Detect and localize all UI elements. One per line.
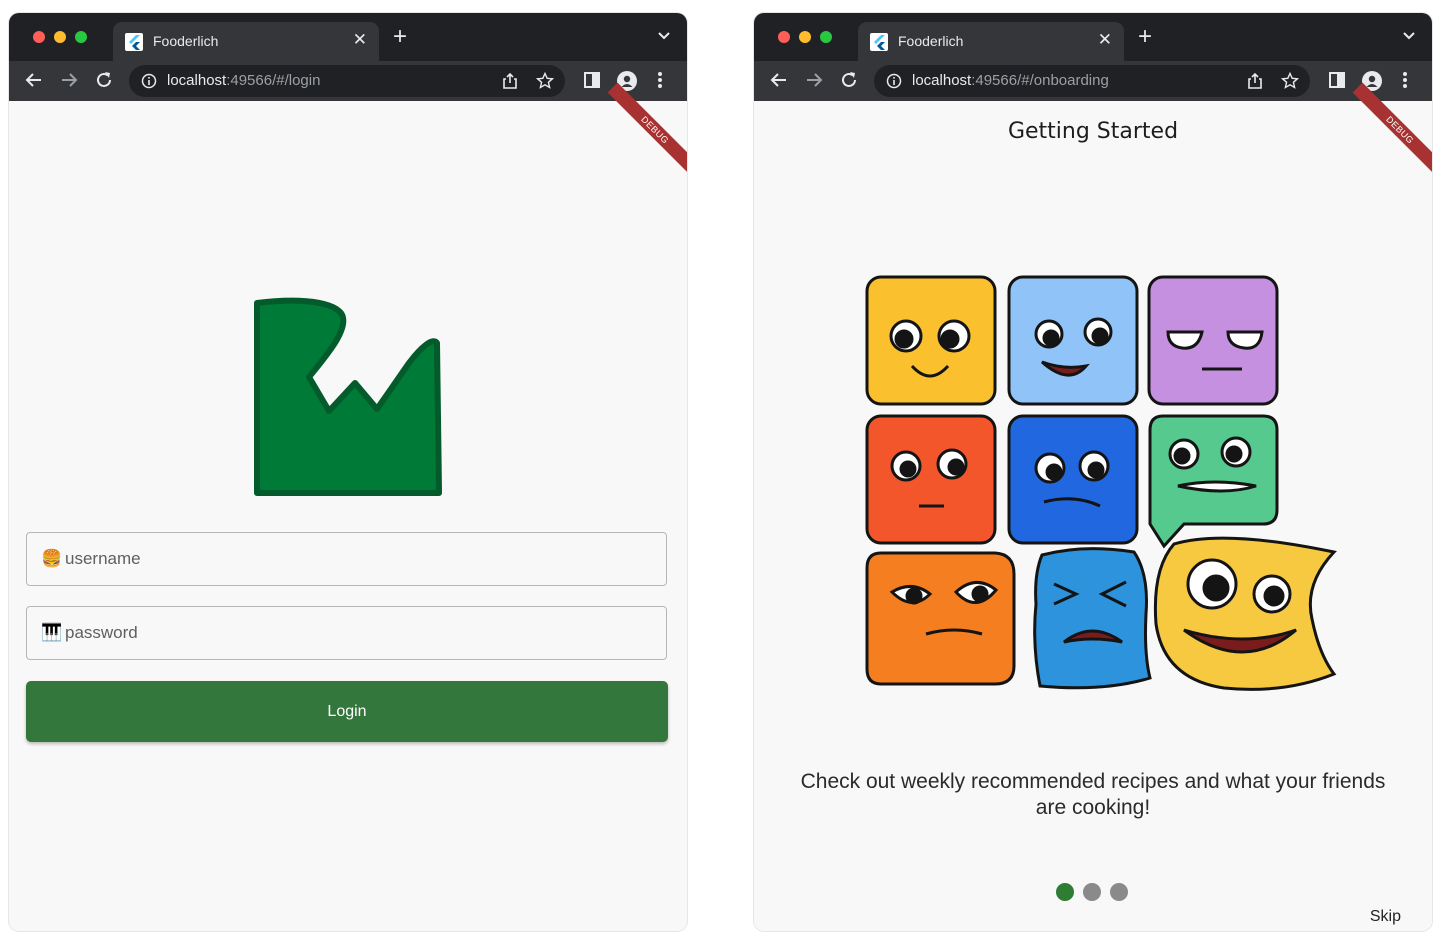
emoji-faces-illustration	[865, 275, 1337, 691]
page-title: Getting Started	[1007, 119, 1179, 144]
skip-button[interactable]: Skip	[1370, 908, 1401, 926]
title-bar: Fooderlich ✕ +	[754, 13, 1432, 61]
username-field[interactable]: 🍔	[26, 532, 667, 586]
address-bar[interactable]: localhost:49566/#/login	[129, 65, 565, 97]
bookmark-star-icon[interactable]	[536, 72, 554, 90]
maximize-window-button[interactable]	[820, 31, 832, 43]
forward-icon[interactable]	[58, 69, 80, 91]
share-icon[interactable]	[501, 72, 519, 90]
url-text: localhost:49566/#/onboarding	[912, 72, 1109, 89]
site-info-icon[interactable]	[886, 73, 902, 89]
browser-tab[interactable]: Fooderlich ✕	[113, 22, 379, 61]
back-icon[interactable]	[768, 69, 790, 91]
browser-tab[interactable]: Fooderlich ✕	[858, 22, 1124, 61]
piano-keys-icon: 🎹	[41, 623, 63, 642]
flutter-icon	[870, 33, 888, 51]
side-panel-icon[interactable]	[583, 71, 601, 89]
window-controls	[33, 31, 87, 43]
app-content-onboarding: DEBUG Getting Started Check out weekly r…	[754, 82, 1432, 931]
tab-search-icon[interactable]	[657, 29, 671, 43]
new-tab-icon[interactable]: +	[1138, 25, 1152, 49]
title-bar: Fooderlich ✕ +	[9, 13, 687, 61]
page-indicator[interactable]	[1056, 883, 1128, 901]
close-icon[interactable]: ✕	[1098, 30, 1112, 50]
onboarding-description: Check out weekly recommended recipes and…	[800, 770, 1386, 819]
window-controls	[778, 31, 832, 43]
page-dot-active[interactable]	[1056, 883, 1074, 901]
tab-title: Fooderlich	[153, 33, 219, 49]
page-dot[interactable]	[1083, 883, 1101, 901]
address-bar[interactable]: localhost:49566/#/onboarding	[874, 65, 1310, 97]
browser-window-login: Fooderlich ✕ + localhost:49566/#/login D…	[9, 13, 687, 931]
close-icon[interactable]: ✕	[353, 30, 367, 50]
username-input[interactable]	[65, 533, 645, 584]
app-content-login: DEBUG 🍔 🎹 Login	[9, 82, 687, 931]
minimize-window-button[interactable]	[799, 31, 811, 43]
back-icon[interactable]	[23, 69, 45, 91]
browser-toolbar: localhost:49566/#/onboarding	[754, 61, 1432, 101]
reload-icon[interactable]	[93, 69, 115, 91]
browser-toolbar: localhost:49566/#/login	[9, 61, 687, 101]
tab-title: Fooderlich	[898, 33, 964, 49]
close-window-button[interactable]	[33, 31, 45, 43]
password-field[interactable]: 🎹	[26, 606, 667, 660]
flutter-icon	[125, 33, 143, 51]
login-button[interactable]: Login	[26, 681, 668, 742]
tab-search-icon[interactable]	[1402, 29, 1416, 43]
kebab-menu-icon[interactable]	[1402, 71, 1408, 89]
url-text: localhost:49566/#/login	[167, 72, 321, 89]
new-tab-icon[interactable]: +	[393, 25, 407, 49]
app-logo	[254, 297, 442, 496]
password-input[interactable]	[65, 607, 645, 658]
maximize-window-button[interactable]	[75, 31, 87, 43]
browser-window-onboarding: Fooderlich ✕ + localhost:49566/#/onboard…	[754, 13, 1432, 931]
minimize-window-button[interactable]	[54, 31, 66, 43]
kebab-menu-icon[interactable]	[657, 71, 663, 89]
bookmark-star-icon[interactable]	[1281, 72, 1299, 90]
side-panel-icon[interactable]	[1328, 71, 1346, 89]
close-window-button[interactable]	[778, 31, 790, 43]
site-info-icon[interactable]	[141, 73, 157, 89]
burger-icon: 🍔	[41, 549, 63, 568]
reload-icon[interactable]	[838, 69, 860, 91]
share-icon[interactable]	[1246, 72, 1264, 90]
page-dot[interactable]	[1110, 883, 1128, 901]
forward-icon[interactable]	[803, 69, 825, 91]
